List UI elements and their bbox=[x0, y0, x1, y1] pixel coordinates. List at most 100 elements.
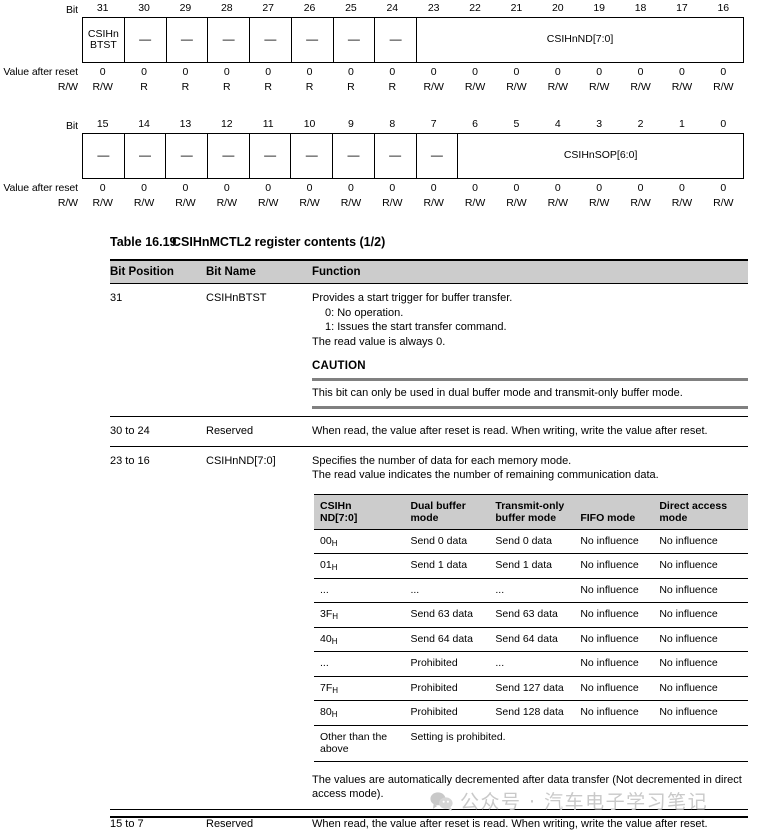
nd-code: 40H bbox=[314, 626, 411, 653]
reset-value: 0 bbox=[637, 66, 644, 78]
rw-value: R/W bbox=[340, 197, 362, 209]
bit-field-reserved: — bbox=[208, 134, 250, 178]
rw-value: R/W bbox=[175, 197, 196, 209]
bit-number: 4 bbox=[554, 118, 561, 130]
cell-bit-position: 30 to 24 bbox=[110, 416, 206, 447]
bit-number: 19 bbox=[593, 2, 606, 14]
table-header-function: Function bbox=[312, 266, 361, 278]
reset-value: 0 bbox=[720, 66, 727, 78]
bit-field-reserved: — bbox=[250, 134, 292, 178]
reset-value: 0 bbox=[430, 182, 437, 194]
bit-field-reserved: — bbox=[334, 18, 376, 62]
dash-glyph: — bbox=[180, 32, 193, 47]
cell-bit-name: Reserved bbox=[206, 416, 312, 447]
nd-header-fifo-a: FIFO mode bbox=[580, 511, 636, 524]
nd-fifo: No influence bbox=[580, 626, 660, 653]
nd-direct: No influence bbox=[659, 651, 748, 677]
bit-number: 13 bbox=[179, 118, 192, 130]
reset-value: 0 bbox=[679, 182, 685, 194]
register-contents-table: Bit Position Bit Name Function 31 CSIHnB… bbox=[110, 259, 748, 838]
cell-bit-name: Reserved bbox=[206, 808, 312, 838]
bit-field-reserved: — bbox=[208, 18, 250, 62]
bit-number: 8 bbox=[389, 118, 396, 130]
bit-number: 17 bbox=[676, 2, 688, 14]
nd-mode-row: 40H Send 64 data Send 64 data No influen… bbox=[314, 626, 748, 653]
table-row: 23 to 16 CSIHnND[7:0] Specifies the numb… bbox=[110, 445, 748, 810]
dash-glyph: — bbox=[180, 148, 193, 163]
rw-value: R/W bbox=[630, 81, 651, 93]
nd-code-value: ... bbox=[320, 657, 329, 670]
reset-value: 0 bbox=[182, 66, 189, 78]
bit-number: 0 bbox=[720, 118, 727, 130]
register-field-box-upper: CSIHn BTST — — — — — — — CSIHnND[7:0] bbox=[0, 17, 764, 63]
bit-label-lower: Bit bbox=[66, 119, 78, 132]
function-line: The read value is always 0. bbox=[312, 335, 446, 348]
bit-number: 24 bbox=[386, 2, 399, 14]
nd-dual: Send 64 data bbox=[410, 626, 496, 653]
nd-dual: ... bbox=[410, 577, 496, 604]
bit-number: 7 bbox=[430, 118, 437, 130]
rw-value: R/W bbox=[506, 81, 527, 93]
reset-value: 0 bbox=[389, 66, 396, 78]
rw-value: R bbox=[305, 81, 314, 93]
nd-code-value: 01 bbox=[320, 559, 332, 572]
bit-field-reserved: — bbox=[166, 134, 209, 178]
function-line: The read value indicates the number of r… bbox=[312, 469, 659, 482]
bit-field-reserved: — bbox=[417, 134, 459, 178]
caution-title: CAUTION bbox=[312, 360, 366, 372]
bit-number: 26 bbox=[303, 2, 316, 14]
bit-number: 28 bbox=[220, 2, 233, 14]
rw-value: R/W bbox=[92, 81, 113, 93]
rw-value: R bbox=[347, 81, 355, 93]
bit-number: 6 bbox=[472, 118, 478, 130]
reset-value: 0 bbox=[554, 182, 561, 194]
dash-glyph: — bbox=[305, 148, 318, 163]
reset-value: 0 bbox=[99, 182, 106, 194]
bit-field-csihnsop: CSIHnSOP[6:0] bbox=[563, 149, 638, 162]
dash-glyph: — bbox=[264, 148, 277, 163]
nd-code-value: 7F bbox=[320, 681, 333, 694]
bit-field-reserved: — bbox=[291, 134, 334, 178]
table-header-row: Bit Position Bit Name Function bbox=[110, 260, 748, 284]
bit-number: 15 bbox=[96, 118, 109, 130]
nd-fifo: No influence bbox=[580, 675, 660, 702]
register-diagram-upper: Bit 31 30 29 28 27 26 25 24 23 22 21 20 … bbox=[0, 2, 764, 93]
bit-number: 14 bbox=[138, 118, 150, 130]
reset-value: 0 bbox=[223, 66, 230, 78]
bit-field-reserved: — bbox=[292, 18, 334, 62]
nd-txonly: ... bbox=[495, 577, 581, 604]
bit-number: 1 bbox=[679, 118, 685, 130]
bit-field-reserved: — bbox=[375, 18, 417, 62]
nd-header-dual-buffer: Dual buffer mode bbox=[410, 493, 496, 530]
nd-code: 01H bbox=[314, 553, 411, 579]
dash-glyph: — bbox=[222, 148, 235, 163]
table-header-bit-position: Bit Position bbox=[110, 266, 174, 278]
register-diagram-lower: Bit 15 14 13 12 11 10 9 8 7 6 5 4 3 2 1 … bbox=[0, 118, 764, 209]
reset-value: 0 bbox=[596, 182, 603, 194]
dash-glyph: — bbox=[222, 32, 235, 47]
dash-glyph: — bbox=[306, 32, 319, 47]
nd-header-tx-b: buffer mode bbox=[495, 511, 557, 524]
rw-label-upper: R/W bbox=[57, 81, 78, 93]
nd-dual: Prohibited bbox=[410, 700, 496, 726]
rw-value: R bbox=[223, 81, 231, 93]
nd-code-other-b: above bbox=[320, 743, 349, 756]
reset-value: 0 bbox=[679, 66, 685, 78]
reset-value: 0 bbox=[513, 182, 520, 194]
nd-code-other-a: Other than the bbox=[320, 730, 388, 743]
nd-txonly: Send 127 data bbox=[495, 675, 581, 702]
nd-code-value: 3F bbox=[320, 608, 333, 621]
reset-value: 0 bbox=[141, 66, 147, 78]
rw-value: R/W bbox=[671, 81, 693, 93]
nd-fifo: No influence bbox=[580, 528, 660, 555]
rw-value: R/W bbox=[588, 197, 610, 209]
nd-code: 00H bbox=[314, 528, 411, 555]
rw-value: R/W bbox=[216, 197, 238, 209]
rw-value: R/W bbox=[506, 197, 527, 209]
rw-value: R/W bbox=[464, 197, 486, 209]
bit-number: 9 bbox=[348, 118, 354, 130]
dash-glyph: — bbox=[389, 148, 402, 163]
function-line: Specifies the number of data for each me… bbox=[312, 454, 572, 467]
reset-value: 0 bbox=[348, 182, 354, 194]
nd-code-value: ... bbox=[320, 583, 329, 596]
